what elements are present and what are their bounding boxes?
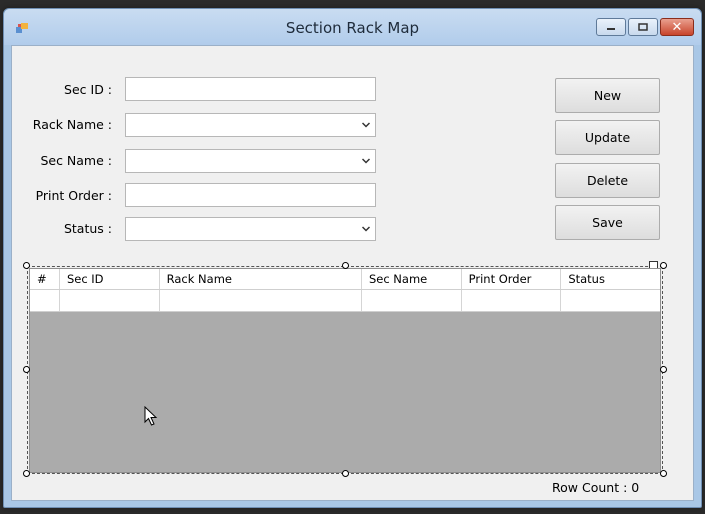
status-label: Status : <box>63 221 112 236</box>
resize-handle[interactable] <box>23 262 30 269</box>
print-order-input[interactable] <box>125 183 376 207</box>
resize-handle[interactable] <box>342 470 349 477</box>
print-order-label: Print Order : <box>35 188 112 203</box>
grid-column-header[interactable]: Sec ID <box>60 269 160 289</box>
grid-column-header[interactable]: Print Order <box>462 269 562 289</box>
resize-handle[interactable] <box>660 262 667 269</box>
table-row[interactable] <box>30 290 660 312</box>
chevron-down-icon <box>362 158 370 164</box>
sec-name-label: Sec Name : <box>40 153 112 168</box>
grid-column-header[interactable]: Rack Name <box>160 269 362 289</box>
update-button[interactable]: Update <box>555 120 660 155</box>
chevron-down-icon <box>362 122 370 128</box>
grid-header-row: # Sec ID Rack Name Sec Name Print Order … <box>30 269 660 290</box>
new-button[interactable]: New <box>555 78 660 113</box>
resize-handle[interactable] <box>23 366 30 373</box>
sec-id-input[interactable] <box>125 77 376 101</box>
sec-name-select[interactable] <box>125 149 376 173</box>
data-grid[interactable]: # Sec ID Rack Name Sec Name Print Order … <box>29 268 661 473</box>
minimize-button[interactable] <box>596 18 626 36</box>
resize-handle[interactable] <box>660 470 667 477</box>
resize-handle[interactable] <box>23 470 30 477</box>
close-button[interactable]: ✕ <box>660 18 694 36</box>
app-window: Section Rack Map ✕ Sec ID : Rack Name : … <box>3 8 702 508</box>
mouse-cursor-icon <box>144 406 158 426</box>
close-icon: ✕ <box>671 19 683 35</box>
save-button[interactable]: Save <box>555 205 660 240</box>
rack-name-label: Rack Name : <box>32 117 112 132</box>
status-select[interactable] <box>125 217 376 241</box>
grid-cell[interactable] <box>561 290 660 311</box>
minimize-icon <box>607 28 615 30</box>
resize-handle[interactable] <box>660 366 667 373</box>
grid-cell[interactable] <box>30 290 60 311</box>
maximize-icon <box>638 23 648 31</box>
grid-column-header[interactable]: Sec Name <box>362 269 462 289</box>
resize-handle[interactable] <box>342 262 349 269</box>
row-count-label: Row Count : 0 <box>552 480 640 495</box>
maximize-button[interactable] <box>628 18 658 36</box>
grid-cell[interactable] <box>362 290 462 311</box>
delete-button[interactable]: Delete <box>555 163 660 198</box>
title-bar[interactable]: Section Rack Map ✕ <box>4 9 701 45</box>
form-client-area: Sec ID : Rack Name : Sec Name : Print Or… <box>11 45 694 501</box>
chevron-down-icon <box>362 226 370 232</box>
grid-column-header[interactable]: Status <box>561 269 660 289</box>
grid-cell[interactable] <box>60 290 160 311</box>
grid-column-header[interactable]: # <box>30 269 60 289</box>
sec-id-label: Sec ID : <box>64 82 112 97</box>
grid-cell[interactable] <box>462 290 562 311</box>
grid-cell[interactable] <box>160 290 362 311</box>
rack-name-select[interactable] <box>125 113 376 137</box>
